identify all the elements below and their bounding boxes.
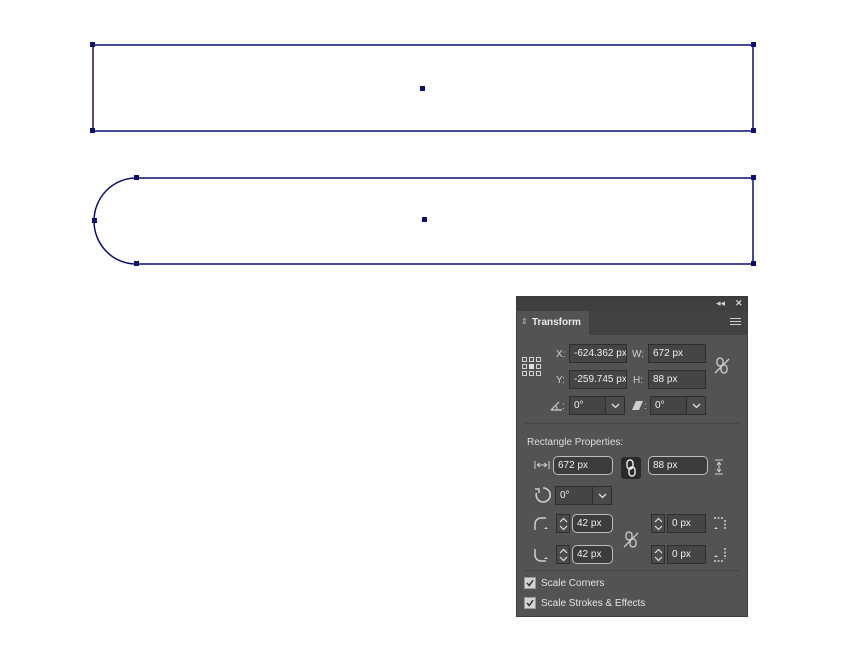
- height-field[interactable]: 88 px: [648, 370, 706, 389]
- anchor-point: [90, 42, 95, 47]
- tab-transform-label: Transform: [532, 317, 581, 328]
- divider: [525, 570, 739, 571]
- link-corners-icon[interactable]: [623, 531, 639, 549]
- scale-corners-label: Scale Corners: [541, 578, 605, 589]
- checkmark-icon: [526, 599, 534, 607]
- reference-point-icon[interactable]: [522, 357, 542, 377]
- shear-field[interactable]: 0°: [650, 396, 687, 415]
- width-field[interactable]: 672 px: [648, 344, 706, 363]
- rect-width-icon: [534, 461, 550, 469]
- checkmark-icon: [526, 579, 534, 587]
- rect-height-field[interactable]: 88 px: [648, 456, 708, 475]
- h-label: H:: [633, 375, 643, 386]
- angle-label: :: [562, 401, 565, 412]
- corner-top-left-icon[interactable]: [533, 516, 551, 532]
- corner-br-stepper[interactable]: [651, 545, 665, 564]
- corner-top-right-icon[interactable]: [713, 516, 731, 532]
- chevron-down-icon: [611, 403, 620, 409]
- plain-rectangle[interactable]: [90, 42, 756, 133]
- rectangle-properties-title: Rectangle Properties:: [527, 437, 624, 448]
- chevron-down-icon: [692, 403, 701, 409]
- collapse-panel-icon[interactable]: ◂◂: [716, 298, 725, 309]
- x-label: X:: [556, 349, 566, 360]
- anchor-point: [134, 175, 139, 180]
- scale-strokes-label: Scale Strokes & Effects: [541, 598, 646, 609]
- chevron-down-icon: [598, 493, 607, 499]
- rect-rotation-field[interactable]: 0°: [555, 486, 593, 505]
- corner-bottom-right-icon[interactable]: [713, 547, 731, 563]
- corner-br-field[interactable]: 0 px: [667, 545, 706, 564]
- corner-tr-stepper[interactable]: [651, 514, 665, 533]
- anchor-point: [92, 218, 97, 223]
- corner-tl-stepper[interactable]: [556, 514, 570, 533]
- center-point: [422, 217, 427, 222]
- corner-tl-field[interactable]: 42 px: [572, 514, 613, 533]
- angle-dropdown[interactable]: [605, 396, 625, 415]
- panel-tab-bar: ⇕ Transform: [517, 311, 747, 335]
- link-dimensions-button[interactable]: [621, 457, 641, 479]
- scale-corners-checkbox[interactable]: [524, 577, 536, 589]
- rounded-rectangle[interactable]: [92, 175, 756, 266]
- rect-width-field[interactable]: 672 px: [553, 456, 613, 475]
- tab-transform[interactable]: ⇕ Transform: [517, 311, 589, 335]
- panel-header-bar: ◂◂ ✕: [517, 297, 747, 311]
- center-point: [420, 86, 425, 91]
- y-field[interactable]: -259.745 px: [569, 370, 627, 389]
- shear-label: :: [644, 401, 647, 412]
- rotate-icon: [535, 487, 551, 503]
- corner-tr-field[interactable]: 0 px: [667, 514, 706, 533]
- corner-bl-stepper[interactable]: [556, 545, 570, 564]
- shear-dropdown[interactable]: [686, 396, 706, 415]
- panel-menu-icon[interactable]: [730, 318, 741, 327]
- rect-rotation-dropdown[interactable]: [592, 486, 612, 505]
- w-label: W:: [632, 349, 645, 360]
- angle-field[interactable]: 0°: [569, 396, 606, 415]
- anchor-point: [134, 261, 139, 266]
- corner-bottom-left-icon[interactable]: [533, 547, 551, 563]
- corner-bl-field[interactable]: 42 px: [572, 545, 613, 564]
- divider: [525, 423, 739, 424]
- anchor-point: [90, 128, 95, 133]
- anchor-point: [751, 128, 756, 133]
- close-panel-icon[interactable]: ✕: [735, 298, 743, 309]
- rect-height-icon: [715, 459, 723, 475]
- anchor-point: [751, 261, 756, 266]
- x-field[interactable]: -624.362 px: [569, 344, 627, 363]
- shear-icon: [632, 401, 643, 410]
- link-icon: [626, 459, 636, 477]
- tab-sort-icon: ⇕: [521, 317, 528, 326]
- anchor-point: [751, 42, 756, 47]
- anchor-point: [751, 175, 756, 180]
- constrain-proportions-icon[interactable]: [714, 357, 730, 375]
- scale-strokes-checkbox[interactable]: [524, 597, 536, 609]
- y-label: Y:: [556, 375, 565, 386]
- transform-panel: ◂◂ ✕ ⇕ Transform X: -624.362 px W: 672 p…: [516, 296, 748, 617]
